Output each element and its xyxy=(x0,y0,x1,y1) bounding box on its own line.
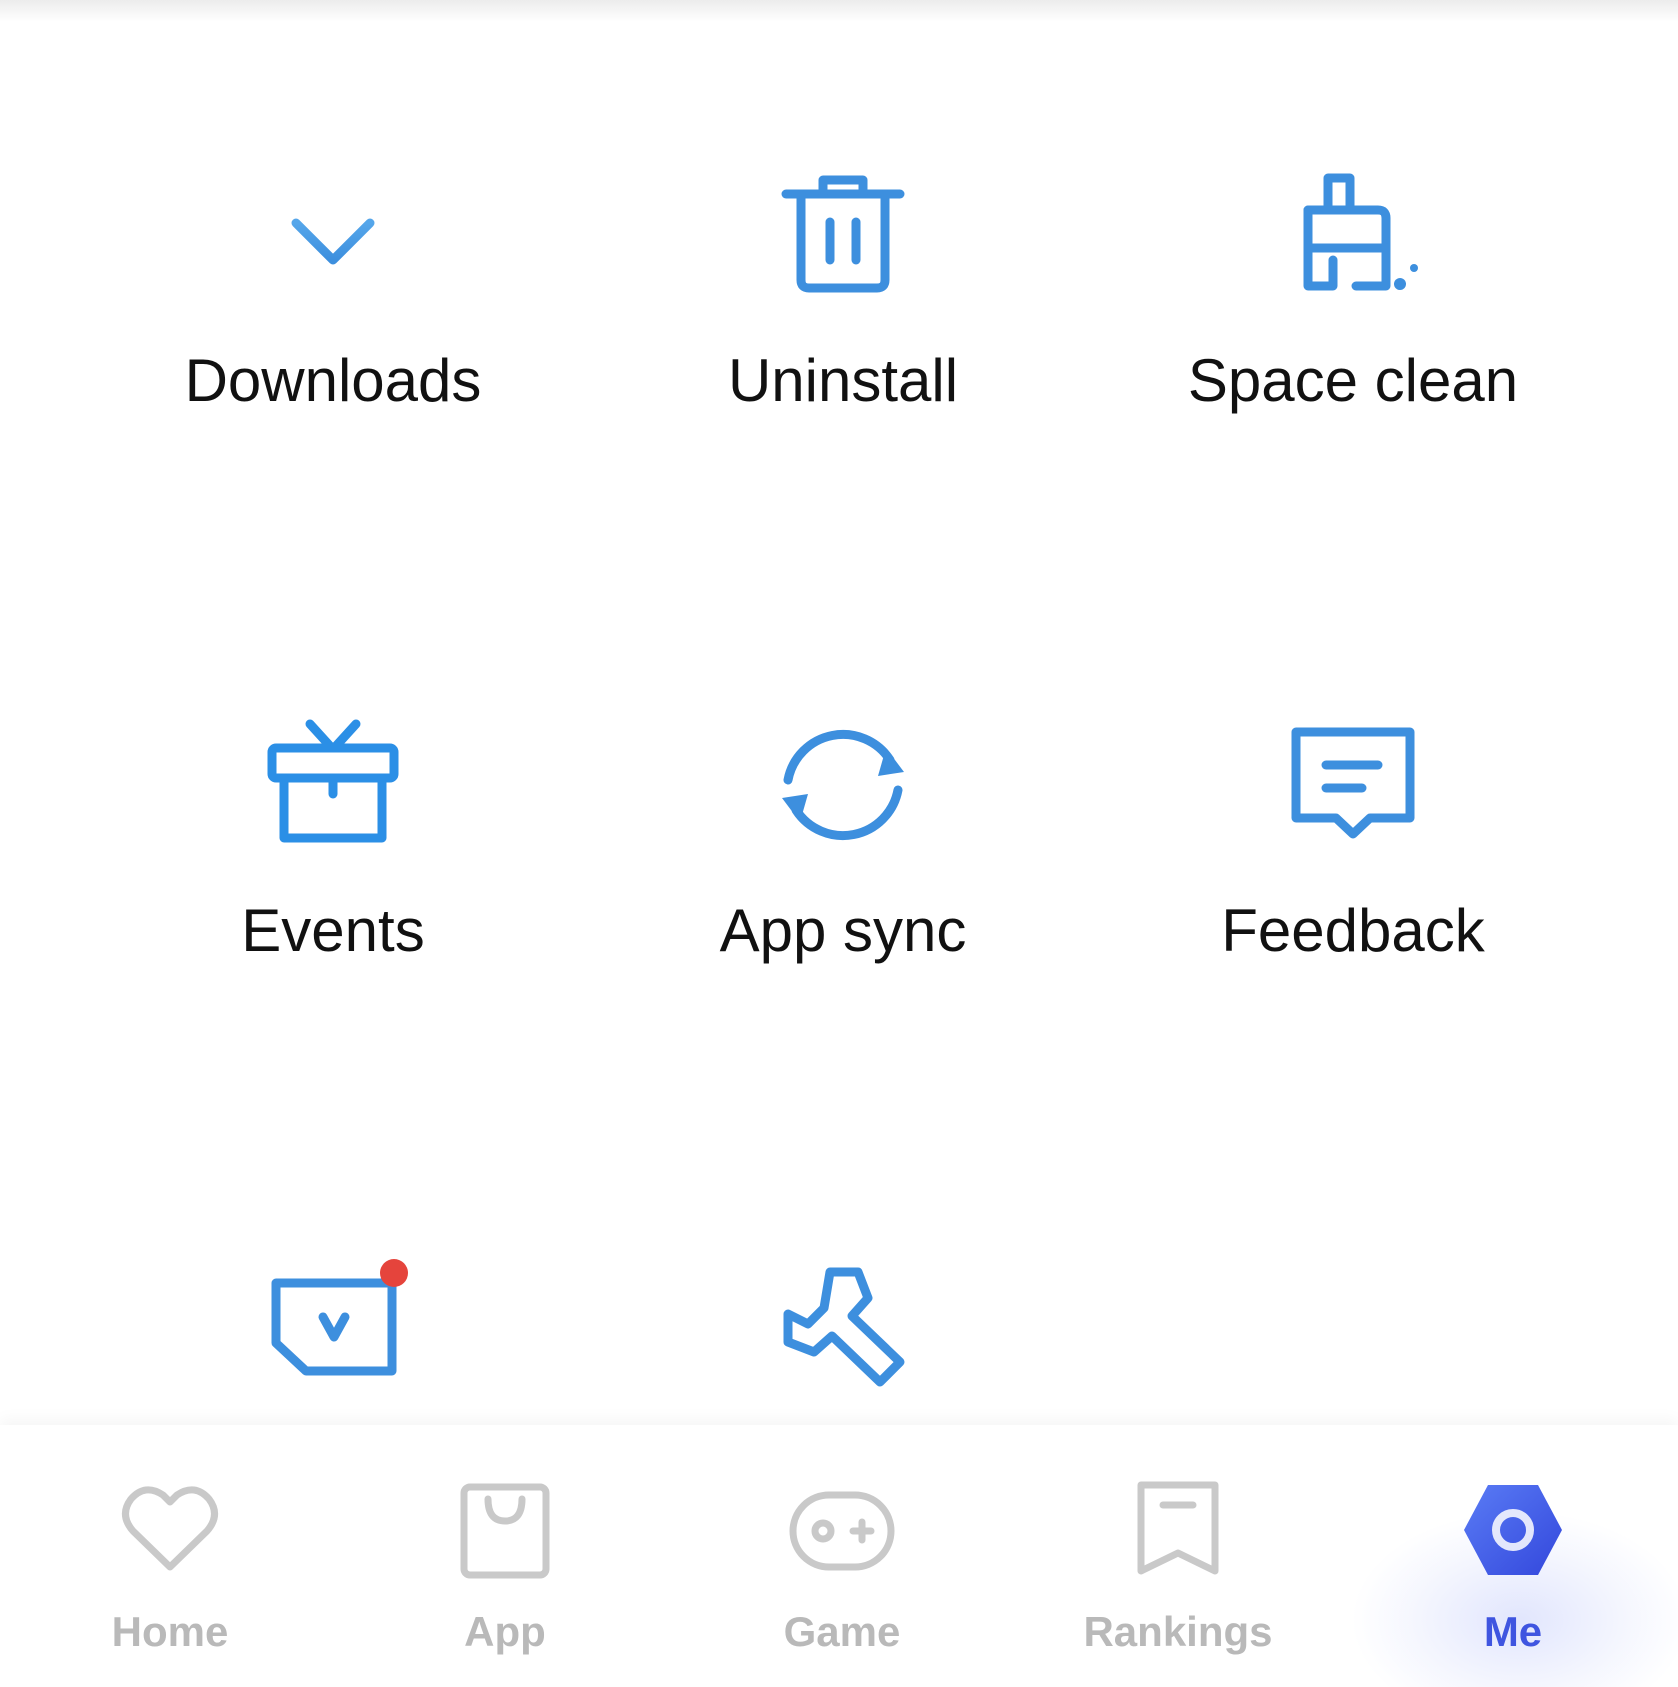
tool-label: Feedback xyxy=(1221,897,1485,964)
notification-dot xyxy=(380,1259,408,1287)
tool-uninstall[interactable]: Uninstall xyxy=(633,160,1053,416)
tool-label: Space clean xyxy=(1187,347,1519,414)
tool-wrench[interactable] xyxy=(633,1258,1053,1444)
nav-home[interactable]: Home xyxy=(20,1475,320,1657)
nav-label: Game xyxy=(783,1608,901,1655)
tool-label: Uninstall xyxy=(727,347,959,414)
heart-icon xyxy=(115,1475,225,1585)
sync-icon xyxy=(768,710,918,860)
tv-icon xyxy=(258,1245,408,1395)
tool-events[interactable]: Events xyxy=(123,710,543,966)
feedback-icon xyxy=(1278,710,1428,860)
tool-tv[interactable] xyxy=(123,1245,543,1431)
brush-icon xyxy=(1278,160,1428,310)
nav-label: App xyxy=(464,1608,546,1655)
bookmark-icon xyxy=(1123,1475,1233,1585)
nav-label: Rankings xyxy=(1083,1608,1273,1655)
gamepad-icon xyxy=(787,1475,897,1585)
tool-feedback[interactable]: Feedback xyxy=(1143,710,1563,966)
tool-app-sync[interactable]: App sync xyxy=(633,710,1053,966)
tool-downloads[interactable]: Downloads xyxy=(123,160,543,416)
hexagon-icon xyxy=(1458,1475,1568,1585)
bag-icon xyxy=(450,1475,560,1585)
tools-screen: Downloads Uninstall Space clean Events A… xyxy=(0,0,1678,1687)
nav-label: Me xyxy=(1483,1608,1543,1655)
wrench-icon xyxy=(768,1258,918,1408)
tool-label: App sync xyxy=(719,897,967,964)
nav-me[interactable]: Me xyxy=(1363,1475,1663,1657)
nav-app[interactable]: App xyxy=(355,1475,655,1657)
gift-icon xyxy=(258,710,408,860)
tool-label: Events xyxy=(241,897,425,964)
trash-icon xyxy=(768,160,918,310)
tool-label: Downloads xyxy=(184,347,482,414)
nav-rankings[interactable]: Rankings xyxy=(1028,1475,1328,1657)
download-icon xyxy=(258,160,408,310)
tool-space-clean[interactable]: Space clean xyxy=(1143,160,1563,416)
nav-label: Home xyxy=(111,1608,229,1655)
nav-game[interactable]: Game xyxy=(692,1475,992,1657)
